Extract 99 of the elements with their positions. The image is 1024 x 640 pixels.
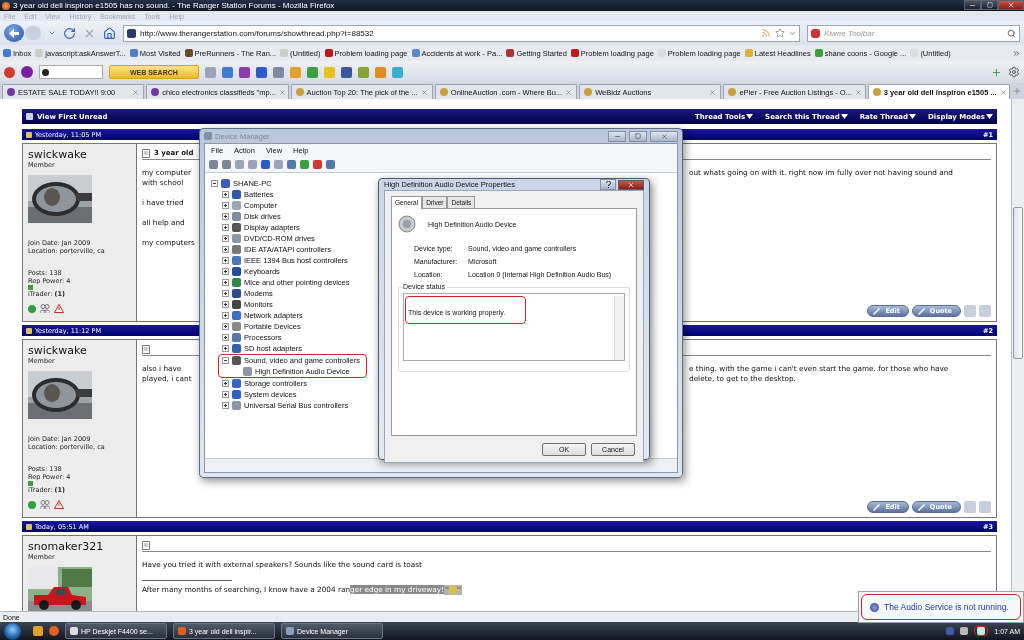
online-dot-icon <box>28 304 36 313</box>
home-icon[interactable] <box>103 26 116 40</box>
pencil-icon <box>872 307 882 315</box>
expand-toggle[interactable] <box>222 268 229 275</box>
expand-toggle[interactable] <box>222 213 229 220</box>
online-dot-icon <box>28 500 36 509</box>
close-icon <box>627 180 635 189</box>
expand-toggle[interactable] <box>222 279 229 286</box>
close-button[interactable] <box>998 0 1024 10</box>
username[interactable]: snomaker321 <box>28 540 131 553</box>
post-icon <box>26 131 32 138</box>
maximize-button[interactable] <box>629 130 647 142</box>
document-icon <box>142 540 150 550</box>
search-icon[interactable] <box>1007 28 1016 38</box>
pencil-icon <box>872 503 882 511</box>
username[interactable]: swickwake <box>28 344 131 357</box>
toolbar-icon[interactable] <box>272 66 284 78</box>
close-tab-icon[interactable] <box>709 88 717 96</box>
expand-toggle[interactable] <box>222 301 229 308</box>
start-button[interactable] <box>4 622 21 640</box>
expand-toggle[interactable] <box>222 402 229 409</box>
close-tab-icon[interactable] <box>420 88 428 96</box>
maximize-icon <box>635 133 641 139</box>
toolbar-icon[interactable] <box>238 66 250 78</box>
expand-toggle[interactable] <box>222 345 229 352</box>
minimize-button[interactable] <box>608 130 626 142</box>
window-title: 3 year old dell inspiron e1505 has no sound. - The Ranger Station Forums - Mozilla Firefox <box>13 1 336 10</box>
notification-text: The Audio Service is not running. <box>884 602 1009 612</box>
firefox-icon <box>2 1 10 10</box>
close-tab-icon[interactable] <box>132 88 140 96</box>
expand-toggle[interactable] <box>222 391 229 398</box>
info-icon <box>870 602 879 612</box>
pencil-icon <box>916 307 926 315</box>
document-icon <box>142 344 150 354</box>
post-icon <box>26 327 32 334</box>
close-tab-icon[interactable] <box>565 88 573 96</box>
add-icon[interactable] <box>991 66 1002 78</box>
toolbar-icon[interactable] <box>340 66 352 78</box>
toolbar-icon[interactable] <box>221 66 233 78</box>
toolbar-icon[interactable] <box>255 66 267 78</box>
expand-toggle[interactable] <box>222 380 229 387</box>
toolbar-icon[interactable] <box>4 66 15 78</box>
toolbar-icon[interactable] <box>21 66 33 78</box>
reputation-icon <box>28 285 33 290</box>
more-bookmarks-icon[interactable] <box>1012 48 1021 58</box>
dropdown-caret-icon[interactable] <box>789 29 796 37</box>
minimize-button[interactable] <box>964 0 981 10</box>
pencil-icon <box>916 503 926 511</box>
close-button[interactable] <box>650 130 678 142</box>
maximize-button[interactable] <box>981 0 998 10</box>
close-icon <box>1007 1 1015 9</box>
page-icon <box>127 28 136 38</box>
maximize-icon <box>986 2 993 8</box>
warning-icon[interactable] <box>54 304 64 313</box>
reload-icon[interactable] <box>63 26 76 40</box>
address-field[interactable]: http://www.therangerstation.com/forums/showthread.php?t=88532 <box>123 24 800 42</box>
expand-toggle[interactable] <box>222 224 229 231</box>
caret-icon <box>909 114 916 119</box>
close-tab-icon[interactable] <box>278 88 286 96</box>
caret-icon <box>986 114 993 119</box>
device-manager-icon <box>204 132 212 140</box>
people-icon <box>40 500 50 509</box>
expand-toggle[interactable] <box>222 334 229 341</box>
expand-toggle[interactable] <box>222 202 229 209</box>
expand-toggle[interactable] <box>222 235 229 242</box>
document-icon <box>142 148 150 158</box>
bookmark-star-icon[interactable] <box>775 28 785 38</box>
help-button[interactable] <box>600 179 616 190</box>
username[interactable]: swickwake <box>28 148 131 161</box>
expand-toggle[interactable] <box>222 357 229 364</box>
reputation-icon <box>28 481 33 486</box>
checkbox-icon <box>26 113 33 120</box>
rss-icon[interactable] <box>761 28 771 38</box>
dropdown-caret-icon[interactable] <box>48 29 56 37</box>
close-icon <box>660 132 668 140</box>
caret-icon <box>840 114 848 119</box>
scrollbar[interactable] <box>614 296 624 360</box>
expand-toggle[interactable] <box>222 246 229 253</box>
people-icon <box>40 304 50 313</box>
expand-toggle[interactable] <box>222 312 229 319</box>
settings-icon[interactable] <box>1008 66 1020 78</box>
expand-toggle[interactable] <box>222 290 229 297</box>
close-button[interactable] <box>618 179 644 190</box>
expand-toggle[interactable] <box>211 180 218 187</box>
search-input[interactable] <box>39 65 103 79</box>
expand-toggle[interactable] <box>222 257 229 264</box>
question-icon <box>605 181 611 188</box>
close-tab-icon[interactable] <box>854 88 862 96</box>
warning-icon[interactable] <box>54 500 64 509</box>
smiley-icon <box>443 585 462 595</box>
back-button[interactable] <box>4 24 24 42</box>
post-icon <box>26 523 32 530</box>
expand-toggle[interactable] <box>222 191 229 198</box>
expand-toggle[interactable] <box>222 323 229 330</box>
back-arrow-icon <box>9 28 19 38</box>
caret-icon <box>746 114 754 119</box>
speaker-icon <box>398 215 416 233</box>
shield-icon <box>811 28 820 38</box>
close-tab-icon[interactable] <box>999 88 1007 96</box>
